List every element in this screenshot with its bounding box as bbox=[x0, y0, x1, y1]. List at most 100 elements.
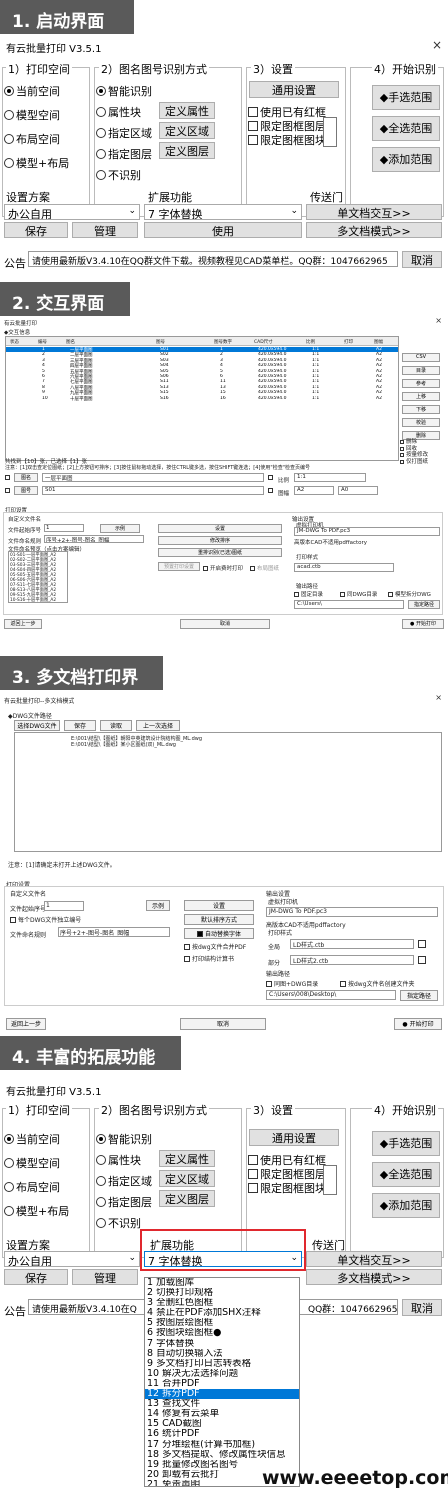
side-button[interactable]: CSV bbox=[402, 353, 440, 362]
dropdown-item[interactable]: 13 查找文件 bbox=[145, 1399, 299, 1409]
dropdown-item[interactable]: 16 统计PDF bbox=[145, 1429, 299, 1439]
radio-model-layout[interactable]: 模型+布局 bbox=[4, 155, 69, 171]
radio-region[interactable]: 指定区域 bbox=[96, 1173, 152, 1189]
radio-layout-space[interactable]: 布局空间 bbox=[4, 131, 60, 147]
dropdown-item[interactable]: 18 多文档提取、修改属性块信息 bbox=[145, 1450, 299, 1460]
notice-cancel-button[interactable]: 取消 bbox=[402, 251, 442, 268]
side-button[interactable]: 上移 bbox=[402, 392, 440, 401]
ext-use-button[interactable]: 使用 bbox=[144, 222, 302, 238]
table-row[interactable]: 1 一层平面图 S01 1 420.0x594.0 1:1 A2 bbox=[6, 347, 398, 352]
dropdown-item[interactable]: 9 多文档打印日志转表格 bbox=[145, 1359, 299, 1369]
path-check-dwg[interactable]: 同DWG目录 bbox=[340, 590, 377, 598]
ext-dropdown-list[interactable]: 1 加载图库 2 切换打印规格 3 全删红色图框 4 禁止在PDF添加SHX注释 5 按… bbox=[144, 1277, 300, 1487]
cancel-button[interactable]: 取消 bbox=[180, 619, 270, 629]
dropdown-item[interactable]: 2 切换打印规格 bbox=[145, 1288, 299, 1298]
general-settings-button[interactable]: 通用设置 bbox=[249, 81, 339, 98]
scheme-save-button[interactable]: 保存 bbox=[4, 1269, 68, 1285]
mid-check-slow[interactable]: 开启费时打印 bbox=[203, 564, 243, 572]
radio-model-space[interactable]: 模型空间 bbox=[4, 1155, 60, 1171]
dropdown-item[interactable]: 4 禁止在PDF添加SHX注释 bbox=[145, 1308, 299, 1318]
all-style-check[interactable] bbox=[418, 940, 428, 949]
cancel-button[interactable]: 取消 bbox=[180, 1018, 266, 1030]
table-row[interactable]: 6 六层平面图 S06 6 420.0x594.0 1:1 A2 bbox=[6, 374, 398, 379]
column-header[interactable]: CAD尺寸 bbox=[254, 339, 273, 345]
radio-layer[interactable]: 指定图层 bbox=[96, 146, 152, 162]
example-button[interactable]: 示例 bbox=[100, 524, 140, 533]
radio-attr-block[interactable]: 属性块 bbox=[96, 104, 141, 120]
dropdown-item[interactable]: 5 按图层绘图框 bbox=[145, 1318, 299, 1328]
radio-model-layout[interactable]: 模型+布局 bbox=[4, 1203, 69, 1219]
general-settings-button[interactable]: 通用设置 bbox=[249, 1129, 339, 1146]
check-limit-block[interactable]: 限定图框图块 bbox=[248, 132, 326, 148]
mid-rerecognize-button[interactable]: 重排识别(已选)图纸 bbox=[158, 548, 282, 557]
limit-picker[interactable] bbox=[323, 1165, 337, 1195]
table-row[interactable]: 5 五层平面图 S05 5 420.0x594.0 1:1 A2 bbox=[6, 369, 398, 374]
part-style-select[interactable]: LD样式2.ctb bbox=[290, 955, 414, 965]
mid-settings-button[interactable]: 设置 bbox=[158, 524, 282, 533]
select-all-button[interactable]: ◆全选范围 bbox=[372, 1162, 440, 1187]
column-header[interactable]: 图名 bbox=[66, 339, 75, 345]
define-region-button[interactable]: 定义区域 bbox=[159, 1170, 215, 1187]
dropdown-item[interactable]: 7 字体替换 bbox=[145, 1339, 299, 1349]
column-header[interactable]: 图幅 bbox=[374, 339, 383, 345]
radio-smart[interactable]: 智能识别 bbox=[96, 83, 152, 99]
merge-pdf-check[interactable]: 按dwg文件合并PDF bbox=[184, 942, 246, 951]
side-button[interactable]: 参考 bbox=[402, 379, 440, 388]
multi-doc-button[interactable]: 多文档模式>> bbox=[306, 1269, 442, 1285]
printer-select[interactable]: JM-DWG To PDF.pc3 bbox=[294, 527, 440, 536]
path-check-split[interactable]: 模型拆分DWG bbox=[388, 590, 431, 598]
close-icon[interactable]: × bbox=[435, 316, 442, 325]
radio-region[interactable]: 指定区域 bbox=[96, 125, 152, 141]
radio-attr-block[interactable]: 属性块 bbox=[96, 1152, 141, 1168]
check-limit-block[interactable]: 限定图框图块 bbox=[248, 1180, 326, 1196]
radio-layout-space[interactable]: 布局空间 bbox=[4, 1179, 60, 1195]
ext-select[interactable]: 7 字体替换 ⌄ bbox=[144, 204, 302, 220]
dropdown-item[interactable]: 6 按图块绘图框● bbox=[145, 1328, 299, 1338]
read-button[interactable]: 读取 bbox=[100, 720, 132, 731]
hand-select-button[interactable]: ◆手选范围 bbox=[372, 1131, 440, 1156]
column-header[interactable]: 打印 bbox=[344, 339, 353, 345]
dropdown-item[interactable]: 3 全删红色图框 bbox=[145, 1298, 299, 1308]
path-field[interactable]: C:\Users\008\Desktop\ bbox=[266, 990, 396, 1000]
start-no-field[interactable]: 1 bbox=[44, 901, 84, 911]
dwg-file-list[interactable]: E:\001\结型\【图纸】朝阳中英建筑设计院结构图_ML.dwg E:\001… bbox=[14, 732, 442, 852]
radio-layer[interactable]: 指定图层 bbox=[96, 1194, 152, 1210]
list-item[interactable]: 10-S16-十层平面图_A2 bbox=[10, 597, 56, 603]
scheme-manage-button[interactable]: 管理 bbox=[72, 222, 138, 238]
dropdown-item[interactable]: 14 修复有云菜单 bbox=[145, 1409, 299, 1419]
close-icon[interactable]: × bbox=[432, 38, 442, 52]
scale-check[interactable] bbox=[268, 475, 275, 481]
radio-none[interactable]: 不识别 bbox=[96, 1215, 141, 1231]
add-range-button[interactable]: ◆添加范围 bbox=[372, 147, 440, 172]
scale-select[interactable]: 1:1 bbox=[294, 473, 366, 482]
style-select[interactable]: acad.ctb bbox=[294, 563, 394, 572]
table-row[interactable]: 4 四层平面图 S04 4 420.0x594.0 1:1 A2 bbox=[6, 363, 398, 368]
side-button[interactable]: 校验 bbox=[402, 418, 440, 427]
hand-select-button[interactable]: ◆手选范围 bbox=[372, 85, 440, 110]
scheme-save-button[interactable]: 保存 bbox=[4, 222, 68, 238]
scheme-manage-button[interactable]: 管理 bbox=[72, 1269, 138, 1285]
radio-none[interactable]: 不识别 bbox=[96, 167, 141, 183]
column-header[interactable]: 图号 bbox=[156, 339, 165, 345]
table-row[interactable]: 9 九层平面图 S15 15 420.0x594.0 1:1 A2 bbox=[6, 390, 398, 395]
close-icon[interactable]: × bbox=[435, 693, 442, 702]
path-button[interactable]: 指定路径 bbox=[408, 600, 440, 609]
multi-doc-button[interactable]: 多文档模式>> bbox=[306, 222, 442, 238]
scheme-select[interactable]: 办公自用 ⌄ bbox=[4, 1251, 140, 1267]
define-attr-button[interactable]: 定义属性 bbox=[159, 102, 215, 119]
path-check-folder[interactable]: 按dwg文件名创建文件夹 bbox=[340, 979, 415, 988]
ext-select[interactable]: 7 字体替换 ⌄ bbox=[144, 1251, 302, 1267]
table-row[interactable]: 3 三层平面图 S03 3 420.0x594.0 1:1 A2 bbox=[6, 358, 398, 363]
define-layer-button[interactable]: 定义图层 bbox=[159, 1190, 215, 1207]
start-no-field[interactable]: 1 bbox=[44, 524, 84, 532]
mid-sort-button[interactable]: 默认排序方式 bbox=[184, 914, 254, 925]
radio-model-space[interactable]: 模型空间 bbox=[4, 107, 60, 123]
size-select[interactable]: A2 bbox=[294, 486, 334, 495]
define-layer-button[interactable]: 定义图层 bbox=[159, 142, 215, 159]
check-each-dwg[interactable]: 每个DWG文件独立编号 bbox=[10, 915, 81, 924]
add-range-button[interactable]: ◆添加范围 bbox=[372, 1193, 440, 1218]
start-print-button[interactable]: ● 开始打印 bbox=[394, 1018, 442, 1030]
radio-current-space[interactable]: 当前空间 bbox=[4, 83, 60, 99]
path-check-same[interactable]: 同图+DWG目录 bbox=[266, 979, 318, 988]
all-style-select[interactable]: LD样式.ctb bbox=[290, 939, 414, 949]
